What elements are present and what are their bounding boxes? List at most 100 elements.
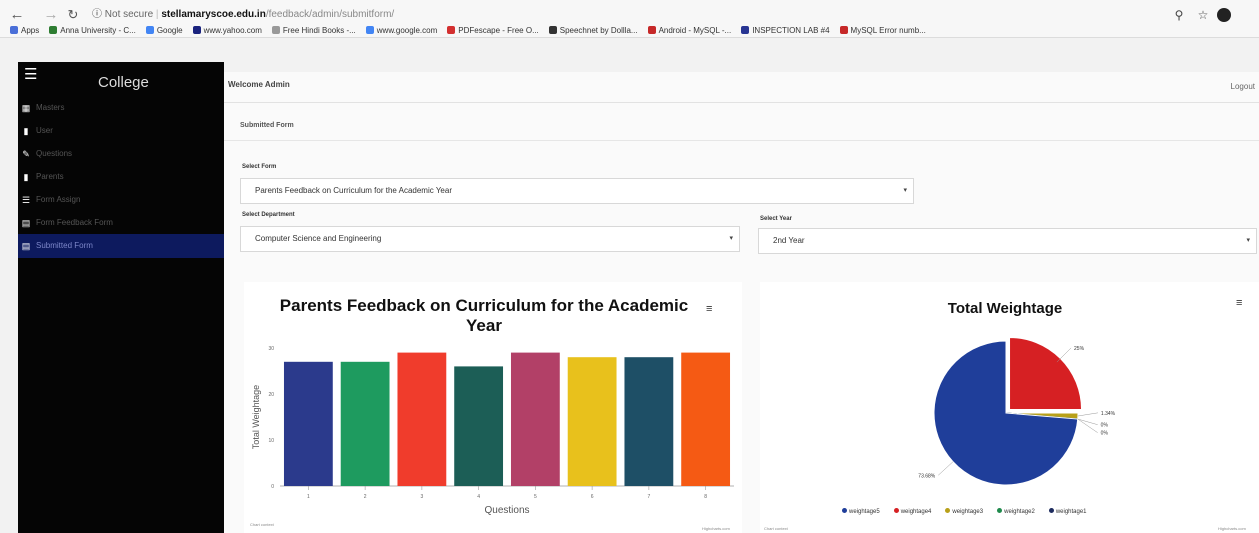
form-icon: ▤	[21, 218, 31, 228]
menu-toggle-icon[interactable]: ☰	[24, 67, 40, 82]
pie-data-label: 0%	[1101, 423, 1109, 429]
bookmark-icon	[447, 26, 456, 34]
select-form-label: Select Form	[242, 164, 277, 170]
sidebar-item-submitted-form[interactable]: ▤ Submitted Form	[18, 234, 224, 258]
reload-icon[interactable]: ↻	[64, 6, 82, 24]
bookmark-item[interactable]: INSPECTION LAB #4	[741, 24, 830, 38]
bar	[454, 366, 504, 486]
data-label-connector	[1056, 347, 1072, 363]
sidebar: ☰ College ▦ Masters ▮ User ✎ Questions ▮ Parent…	[18, 62, 224, 533]
bookmark-label: Google	[156, 26, 183, 35]
bookmark-item[interactable]: Google	[145, 24, 183, 38]
chevron-down-icon: ▾	[1246, 237, 1250, 244]
legend-marker	[945, 508, 951, 513]
x-tick-label: 3	[420, 494, 423, 500]
data-label-connector	[938, 461, 954, 476]
bookmark-icon	[192, 26, 201, 34]
url-path: /feedback/admin/submitform/	[265, 9, 395, 20]
forward-icon[interactable]: →	[42, 6, 60, 24]
bookmark-item[interactable]: PDFescape - Free O...	[447, 24, 539, 38]
sidebar-item-user[interactable]: ▮ User	[18, 119, 224, 143]
address-bar[interactable]: ⓘ Not secure | stellamaryscoe.edu.in/fee…	[92, 5, 1157, 25]
document-icon: ▤	[21, 241, 31, 251]
select-year-label: Select Year	[760, 216, 792, 222]
legend-item[interactable]: weightage3	[945, 508, 990, 515]
bookmark-item[interactable]: www.google.com	[365, 24, 438, 38]
legend-marker	[893, 508, 899, 513]
bar	[567, 357, 617, 486]
legend-item[interactable]: weightage2	[997, 508, 1042, 515]
bookmark-label: www.yahoo.com	[203, 26, 262, 35]
legend-item[interactable]: weightage4	[893, 508, 939, 515]
legend-marker	[997, 508, 1003, 513]
zoom-icon[interactable]: ⚲	[1169, 6, 1189, 24]
back-icon[interactable]: ←	[8, 6, 26, 24]
sidebar-item-form-assign[interactable]: ☰ Form Assign	[18, 188, 224, 212]
bookmark-item[interactable]: Anna University - C...	[49, 24, 136, 38]
bookmark-label: Anna University - C...	[60, 26, 136, 35]
divider	[224, 140, 1259, 141]
pencil-icon: ✎	[22, 149, 30, 159]
bookmark-item[interactable]: Android - MySQL -...	[647, 24, 732, 38]
y-tick-label: 0	[271, 484, 274, 490]
chart-credits[interactable]: Highcharts.com	[1218, 526, 1246, 531]
url-host: stellamaryscoe.edu.in	[161, 9, 266, 20]
bookmark-icon	[839, 26, 848, 34]
bookmark-label: Android - MySQL -...	[658, 26, 732, 35]
x-tick-label: 7	[647, 494, 650, 500]
bookmark-item[interactable]: www.yahoo.com	[192, 24, 262, 38]
info-icon[interactable]: ⓘ	[92, 9, 102, 20]
sidebar-item-masters[interactable]: ▦ Masters	[18, 96, 224, 120]
sidebar-item-questions[interactable]: ✎ Questions	[18, 142, 224, 166]
bookmark-icon	[741, 26, 750, 34]
select-department-label: Select Department	[242, 212, 295, 218]
legend-item[interactable]: weightage1	[1048, 508, 1094, 515]
sidebar-title: College	[98, 74, 149, 91]
legend-marker	[842, 508, 847, 513]
person-icon: ▮	[23, 172, 29, 182]
bookmark-icon	[365, 26, 374, 34]
bar	[681, 352, 731, 486]
sidebar-item-label: User	[36, 126, 53, 135]
sidebar-item-label: Form Assign	[36, 195, 81, 204]
legend-item[interactable]: weightage5	[842, 508, 887, 515]
main-content: Welcome Admin Logout Submitted Form Sele…	[224, 72, 1259, 533]
logout-link[interactable]: Logout	[1231, 82, 1255, 91]
chart-credits[interactable]: Highcharts.com	[702, 526, 730, 531]
select-form-dropdown[interactable]: Parents Feedback on Curriculum for the A…	[240, 178, 914, 204]
bookmark-item[interactable]: Speechnet by Dollla...	[548, 24, 638, 38]
bookmark-label: Apps	[21, 26, 40, 35]
bookmark-item[interactable]: Apps	[10, 24, 39, 38]
bookmark-label: PDFescape - Free O...	[458, 26, 539, 35]
sidebar-item-label: Masters	[36, 103, 65, 112]
bookmark-icon	[10, 26, 18, 34]
pie-data-label: 73.68%	[918, 473, 936, 479]
not-secure-label: Not secure	[104, 9, 154, 20]
sidebar-item-parents[interactable]: ▮ Parents	[18, 165, 224, 189]
bookmark-icon	[647, 26, 656, 34]
chart-export-label: Chart context	[250, 522, 274, 527]
bar	[624, 357, 674, 486]
select-department-dropdown[interactable]: Computer Science and Engineering ▾	[240, 226, 740, 252]
section-title: Submitted Form	[240, 122, 294, 129]
bookmark-label: www.google.com	[376, 26, 438, 35]
pie-chart-panel: Total Weightage ≡ 25% 1.34% 0% 0% 73.68% wei…	[760, 282, 1259, 533]
grid-icon: ▦	[21, 103, 31, 113]
profile-avatar[interactable]	[1217, 7, 1231, 22]
x-tick-label: 2	[364, 494, 367, 500]
pie-legend: weightage5 weightage4 weightage3 weightage2…	[842, 508, 1162, 518]
star-icon[interactable]: ☆	[1193, 6, 1213, 24]
x-tick-label: 8	[704, 494, 707, 500]
bar-chart: 0 10 20 30 1 2 3 4 5 6 7 8 Questions Total Weightage	[251, 346, 734, 516]
bookmark-item[interactable]: MySQL Error numb...	[839, 24, 926, 38]
legend-marker	[1048, 508, 1054, 513]
bookmark-item[interactable]: Free Hindi Books -...	[271, 24, 356, 38]
sidebar-item-label: Form Feedback Form	[36, 218, 113, 227]
bookmarks-bar: Apps Anna University - C... Google www.yaho…	[10, 24, 1250, 38]
chart-export-label: Chart context	[764, 526, 788, 531]
sidebar-item-form-feedback-form[interactable]: ▤ Form Feedback Form	[18, 211, 224, 235]
select-year-dropdown[interactable]: 2nd Year ▾	[758, 228, 1257, 254]
browser-toolbar: ← → ↻ ⓘ Not secure | stellamaryscoe.edu.…	[0, 0, 1259, 38]
select-department-value: Computer Science and Engineering	[255, 234, 382, 243]
x-axis-title: Questions	[484, 505, 529, 516]
